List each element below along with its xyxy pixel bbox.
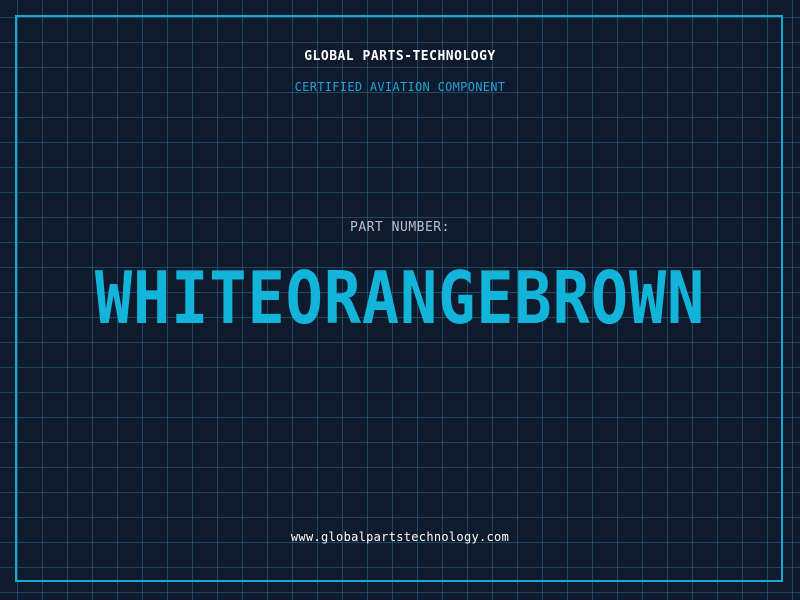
- certificate-canvas: GLOBAL PARTS-TECHNOLOGY CERTIFIED AVIATI…: [0, 0, 800, 600]
- part-number-label: PART NUMBER:: [350, 220, 450, 235]
- part-number-value: WHITEORANGEBROWN: [94, 256, 706, 340]
- website-url: www.globalpartstechnology.com: [290, 530, 510, 544]
- company-name: GLOBAL PARTS-TECHNOLOGY: [304, 49, 496, 64]
- certification-subtitle: CERTIFIED AVIATION COMPONENT: [294, 80, 506, 94]
